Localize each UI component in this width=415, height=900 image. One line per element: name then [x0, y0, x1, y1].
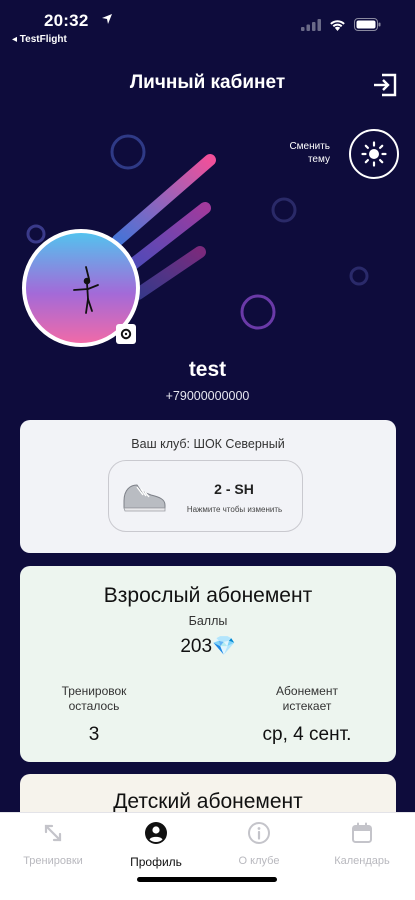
calendar-icon	[352, 822, 372, 843]
profile-screen: 20:32 ◂ TestFlight Личный кабинет Сменит…	[0, 0, 415, 900]
subscription-expiry: Абонемент истекает ср, 4 сент.	[252, 684, 362, 746]
tab-calendar-label: Календарь	[334, 855, 390, 867]
tab-profile-label: Профиль	[130, 855, 182, 869]
change-theme-button[interactable]	[349, 129, 399, 179]
home-indicator	[137, 877, 277, 882]
club-title: Ваш клуб: ШОК Северный	[131, 437, 285, 451]
subscription-expiry-label: Абонемент истекает	[276, 684, 338, 713]
trainings-left-label: Тренировок осталось	[61, 684, 127, 713]
user-name: test	[188, 358, 227, 381]
sneaker-icon	[123, 484, 166, 512]
club-card: Ваш клуб: ШОК Северный 2 - SH Нажмите чт…	[20, 420, 396, 553]
club-name: 2 - SH	[214, 481, 254, 497]
tab-trainings-label: Тренировки	[23, 855, 83, 867]
info-circle-icon	[248, 822, 270, 844]
page-title: Личный кабинет	[129, 72, 286, 93]
status-icons	[301, 18, 381, 31]
tab-trainings[interactable]: Тренировки	[3, 821, 103, 867]
change-theme-label: Сменить тему	[289, 141, 330, 165]
back-to-testflight-link[interactable]: ◂ TestFlight	[12, 34, 67, 45]
avatar-edit-button[interactable]	[116, 324, 136, 344]
status-bar: 20:32 ◂ TestFlight	[0, 0, 415, 50]
adult-subscription-card: Взрослый абонемент Баллы 203💎 Тренировок…	[20, 566, 396, 762]
kids-subscription-title: Детский абонемент	[113, 790, 303, 813]
wifi-icon	[330, 19, 345, 31]
subscription-expiry-value: ср, 4 сент.	[262, 724, 352, 745]
sun-icon	[361, 141, 387, 167]
tab-about-club-label: О клубе	[238, 855, 280, 867]
trainings-left-value: 3	[88, 724, 100, 745]
signal-icon	[301, 18, 321, 31]
battery-icon	[354, 18, 381, 31]
logout-icon[interactable]	[370, 70, 400, 100]
tab-profile[interactable]: Профиль	[106, 821, 206, 869]
tab-bar: Тренировки Профиль О клубе Календарь	[0, 812, 415, 900]
expand-arrows-icon	[44, 824, 62, 842]
trainings-left: Тренировок осталось 3	[46, 684, 142, 746]
person-circle-icon	[145, 822, 167, 844]
subscription-title: Взрослый абонемент	[103, 584, 313, 607]
decorative-background	[26, 134, 369, 330]
tab-calendar[interactable]: Календарь	[312, 821, 412, 867]
tab-about-club[interactable]: О клубе	[209, 821, 309, 867]
user-phone: +79000000000	[165, 389, 250, 403]
gear-icon	[120, 328, 132, 340]
club-select-button[interactable]: 2 - SH Нажмите чтобы изменить	[108, 460, 303, 532]
points-label: Баллы	[188, 614, 228, 628]
club-change-hint: Нажмите чтобы изменить	[186, 505, 283, 514]
points-value: 203💎	[180, 636, 236, 657]
location-arrow-icon	[102, 14, 112, 24]
status-time: 20:32	[44, 11, 89, 30]
